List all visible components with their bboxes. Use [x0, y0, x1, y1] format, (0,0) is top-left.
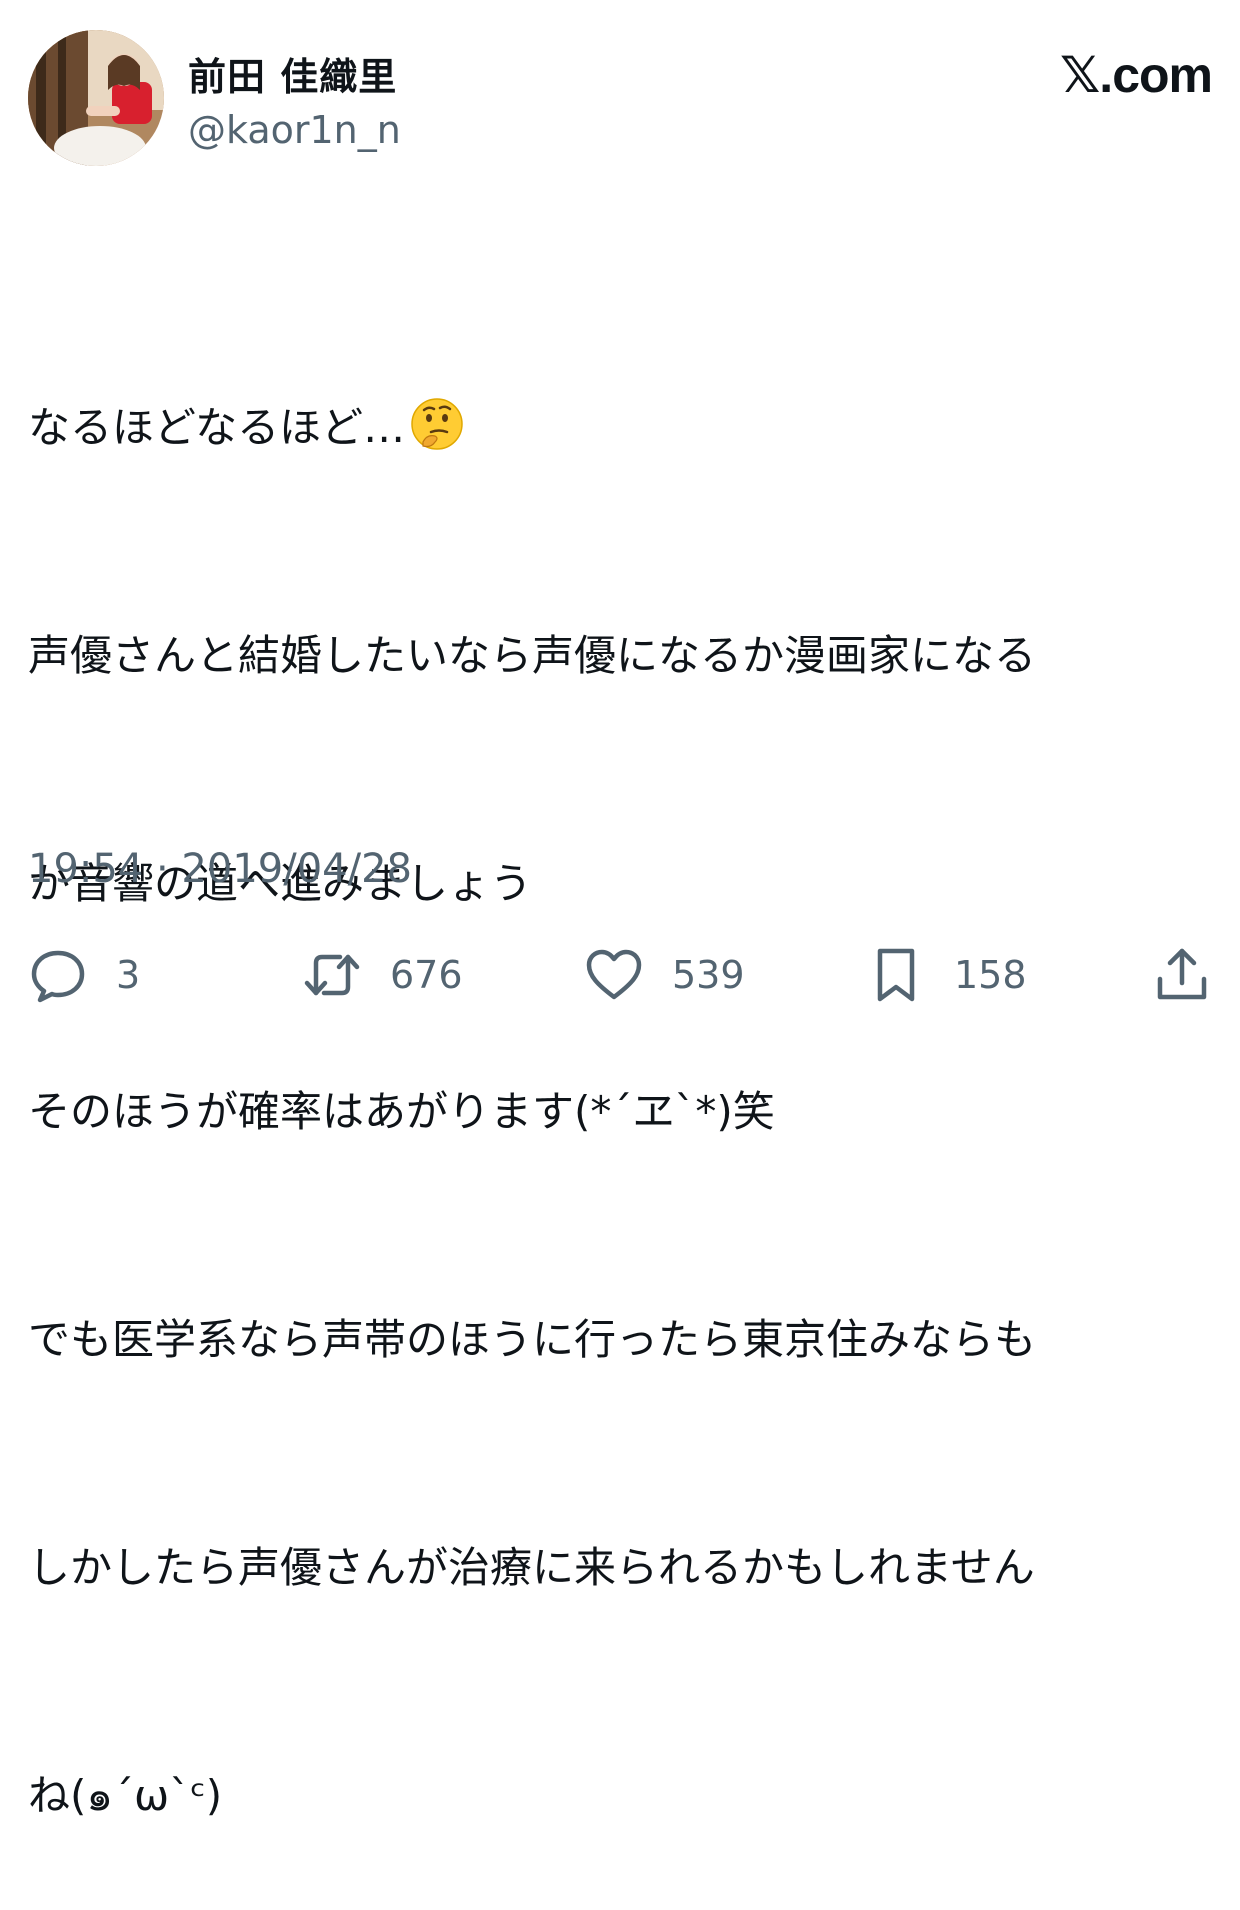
reply-count: 3 [116, 953, 141, 997]
bookmark-button[interactable]: 158 [866, 940, 1027, 1010]
tweet-timestamp[interactable]: 19:54 · 2019/04/28 [28, 846, 412, 892]
author-display-name[interactable]: 前田 佳織里 [188, 46, 397, 101]
avatar-photo [28, 30, 164, 166]
bookmark-count: 158 [954, 953, 1027, 997]
author-handle[interactable]: @kaor1n_n [188, 108, 401, 152]
tweet-line: 声優さんと結婚したいなら声優になるか漫画家になる [28, 631, 1037, 680]
tweet-text: なるほどなるほど… 声優さんと結婚したいなら声優になるか漫画家になる か音響の道… [28, 238, 1212, 1910]
tweet-line: しかしたら声優さんが治療に来られるかもしれません [28, 1543, 1035, 1592]
tweet-line: ね(๑´ω`ᶜ) [28, 1771, 223, 1820]
like-count: 539 [672, 953, 745, 997]
x-logo: 𝕏.com [1060, 47, 1213, 103]
tweet-line: でも医学系なら声帯のほうに行ったら東京住みならも [28, 1315, 1037, 1364]
share-button[interactable] [1152, 940, 1212, 1010]
share-icon [1157, 948, 1207, 1000]
reply-icon [31, 950, 85, 1003]
thinking-face-icon [411, 398, 463, 450]
tweet-action-bar: 3 676 539 158 [28, 940, 1212, 1010]
like-button[interactable]: 539 [584, 940, 745, 1010]
heart-icon [586, 949, 642, 1000]
tweet-line: なるほどなるほど… [28, 390, 1212, 466]
tweet-header: 前田 佳織里 @kaor1n_n 𝕏.com [28, 30, 1213, 170]
reply-button[interactable]: 3 [28, 940, 140, 1010]
retweet-count: 676 [390, 953, 463, 997]
retweet-button[interactable]: 676 [302, 940, 463, 1010]
tweet-line-text: なるほどなるほど… [28, 403, 406, 452]
avatar[interactable] [28, 30, 164, 166]
retweet-icon [304, 954, 360, 996]
tweet-line: そのほうが確率はあがります(*´ヱ`*)笑 [28, 1087, 775, 1136]
bookmark-icon [877, 948, 915, 1002]
